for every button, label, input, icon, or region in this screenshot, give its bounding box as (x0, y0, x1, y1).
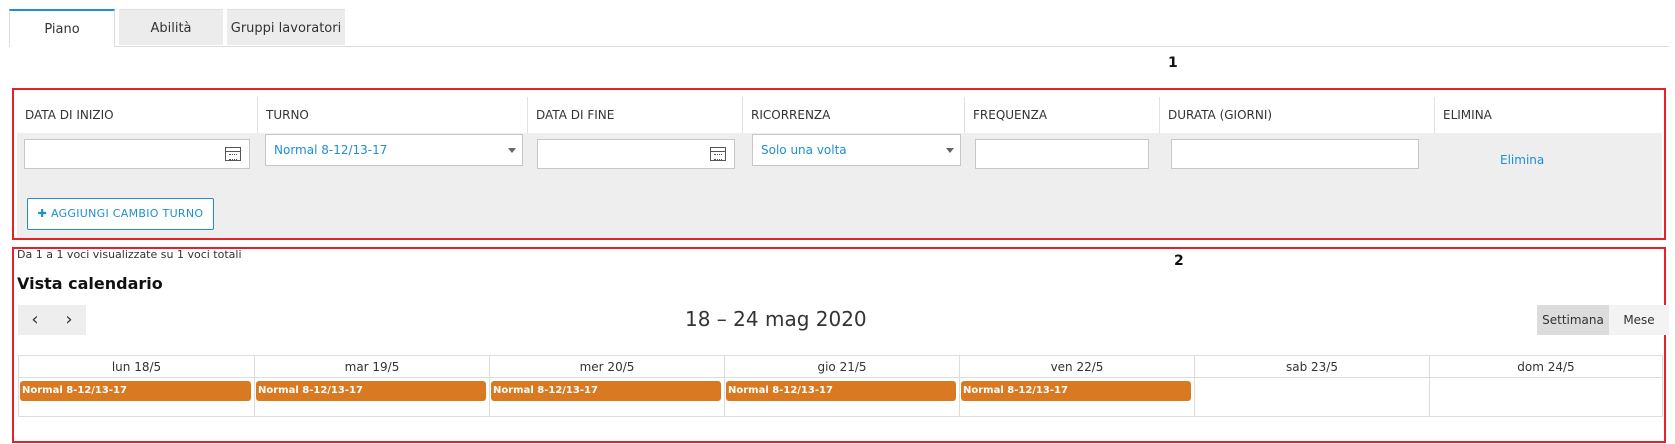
section-number-1: 1 (1168, 55, 1178, 71)
day-header: dom 24/5 (1429, 356, 1662, 378)
shift-table-header: DATA DI INIZIO TURNO DATA DI FINE RICORR… (17, 97, 1662, 133)
day-header: gio 21/5 (724, 356, 959, 378)
day-header: lun 18/5 (19, 356, 254, 378)
duration-field[interactable] (1171, 139, 1419, 169)
tab-abilita[interactable]: Abilità (119, 9, 223, 45)
next-week-button[interactable]: › (52, 305, 86, 335)
shift-event[interactable]: Normal 8-12/13-17 (256, 381, 486, 401)
add-shift-change-button[interactable]: ✚ AGGIUNGI CAMBIO TURNO (27, 198, 214, 230)
month-view-button[interactable]: Mese (1609, 305, 1669, 335)
prev-week-button[interactable]: ‹ (18, 305, 52, 335)
day-cell[interactable]: Normal 8-12/13-17 (19, 378, 254, 416)
shift-event[interactable]: Normal 8-12/13-17 (726, 381, 956, 401)
chevron-down-icon (508, 148, 516, 153)
header-recurrence: RICORRENZA (742, 97, 964, 133)
week-view-button[interactable]: Settimana (1537, 305, 1609, 335)
day-cell[interactable]: Normal 8-12/13-17 (724, 378, 959, 416)
header-shift: TURNO (257, 97, 527, 133)
shift-event[interactable]: Normal 8-12/13-17 (20, 381, 251, 401)
header-end-date: DATA DI FINE (527, 97, 742, 133)
header-frequency: FREQUENZA (964, 97, 1159, 133)
shift-select-value: Normal 8-12/13-17 (274, 143, 388, 157)
day-header: mer 20/5 (489, 356, 724, 378)
calendar-nav: ‹ › (18, 305, 86, 335)
day-cell[interactable]: Normal 8-12/13-17 (959, 378, 1194, 416)
end-date-field[interactable] (537, 139, 735, 169)
recurrence-select-value: Solo una volta (761, 143, 847, 157)
frequency-field[interactable] (975, 139, 1149, 169)
calendar-icon[interactable] (225, 147, 241, 161)
shift-event[interactable]: Normal 8-12/13-17 (961, 381, 1191, 401)
day-cell[interactable]: Normal 8-12/13-17 (254, 378, 489, 416)
start-date-field[interactable] (24, 139, 250, 169)
header-delete: ELIMINA (1434, 97, 1662, 133)
date-range-label: 18 – 24 mag 2020 (685, 307, 867, 331)
day-header: sab 23/5 (1194, 356, 1429, 378)
day-header: mar 19/5 (254, 356, 489, 378)
tab-gruppi-lavoratori[interactable]: Gruppi lavoratori (227, 9, 345, 45)
header-duration: DURATA (GIORNI) (1159, 97, 1434, 133)
chevron-down-icon (946, 148, 954, 153)
recurrence-select[interactable]: Solo una volta (752, 134, 961, 166)
tab-bar: Piano Abilità Gruppi lavoratori (9, 9, 1669, 47)
view-switcher: Settimana Mese (1537, 305, 1669, 335)
shift-event[interactable]: Normal 8-12/13-17 (491, 381, 721, 401)
delete-link[interactable]: Elimina (1500, 153, 1544, 167)
day-cell[interactable] (1194, 378, 1429, 416)
shift-select[interactable]: Normal 8-12/13-17 (265, 134, 523, 166)
calendar-icon[interactable] (710, 147, 726, 161)
day-cell[interactable]: Normal 8-12/13-17 (489, 378, 724, 416)
calendar-title: Vista calendario (17, 274, 163, 293)
week-calendar-grid: lun 18/5 mar 19/5 mer 20/5 gio 21/5 ven … (18, 355, 1663, 417)
header-start-date: DATA DI INIZIO (25, 108, 114, 122)
day-cell[interactable] (1429, 378, 1662, 416)
tab-piano[interactable]: Piano (9, 9, 115, 47)
results-summary: Da 1 a 1 voci visualizzate su 1 voci tot… (17, 248, 242, 261)
day-header: ven 22/5 (959, 356, 1194, 378)
